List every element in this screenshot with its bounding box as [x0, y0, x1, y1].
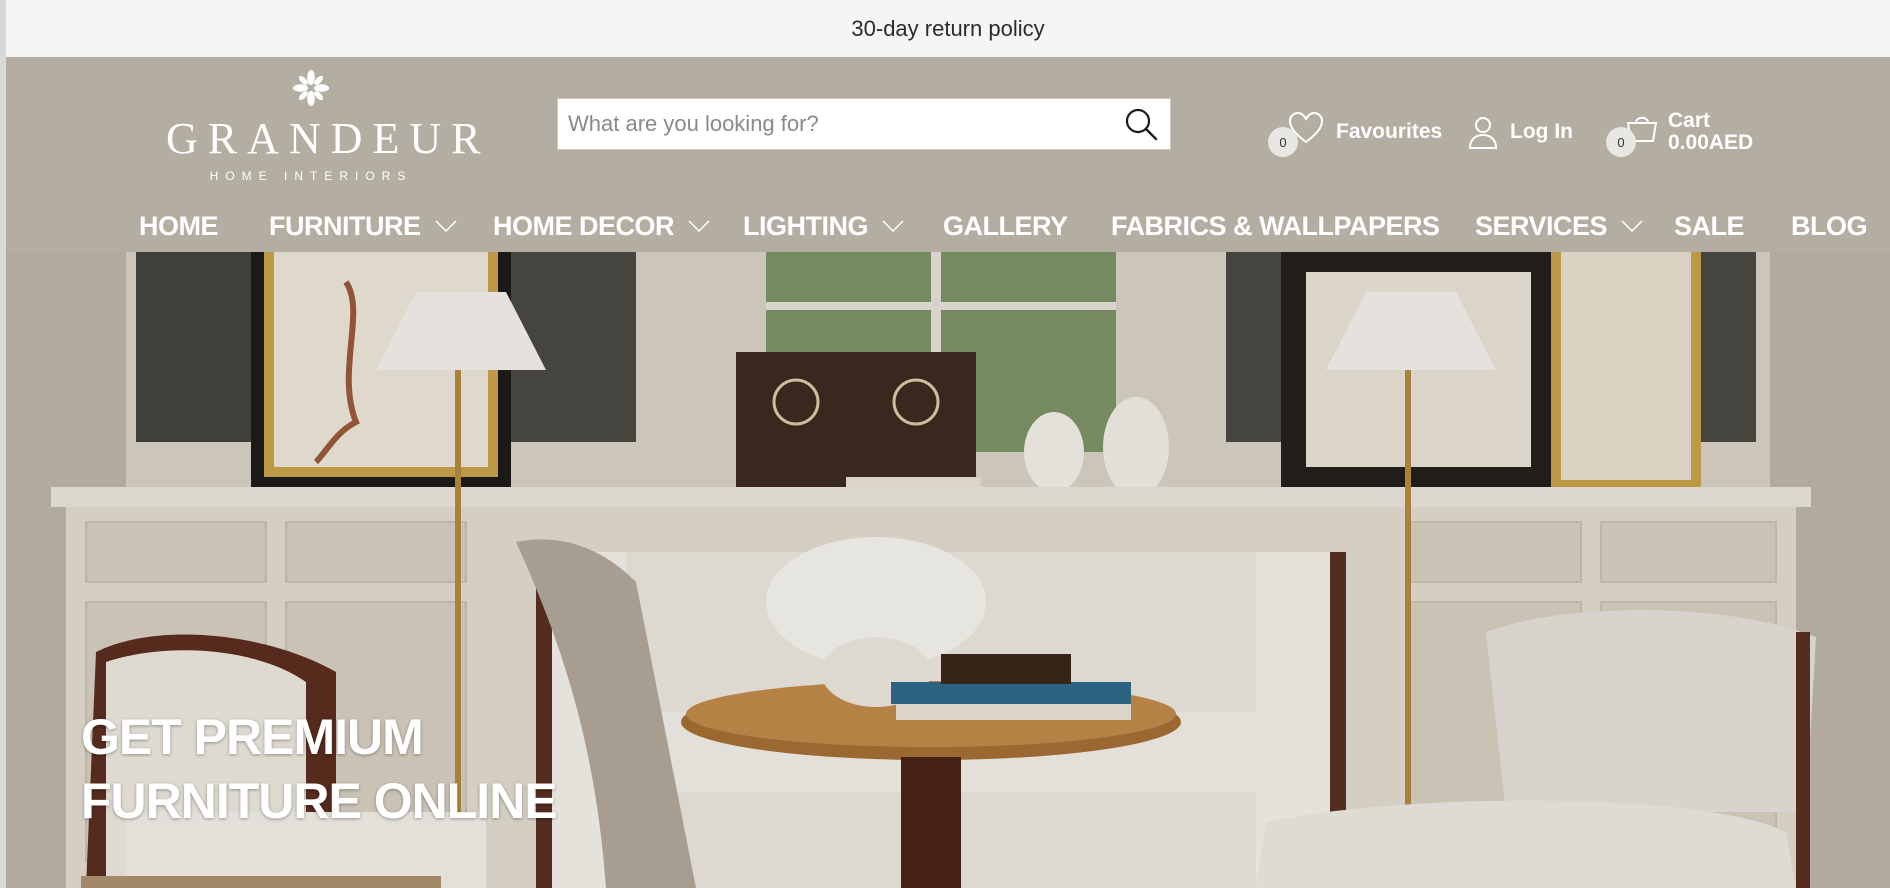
brand-logo[interactable]: GRANDEUR HOME INTERIORS	[166, 69, 491, 199]
nav-item-label: HOME	[139, 210, 219, 241]
announcement-bar: 30-day return policy	[0, 0, 1890, 57]
nav-item-furniture[interactable]: FURNITURE	[269, 200, 457, 252]
site-header: GRANDEUR HOME INTERIORS 0 Favourites	[6, 57, 1890, 252]
announcement-text: 30-day return policy	[851, 15, 1045, 41]
brand-tagline: HOME INTERIORS	[209, 169, 413, 183]
nav-item-label: GALLERY	[943, 210, 1068, 241]
nav-item-sale[interactable]: SALE	[1674, 200, 1745, 252]
hero-title-line-1: GET PREMIUM	[81, 709, 424, 765]
chevron-down-icon	[1621, 220, 1643, 232]
hero-cta-button[interactable]	[81, 876, 441, 888]
cart-amount: 0.00AED	[1668, 131, 1754, 154]
main-nav: HOME FURNITURE HOME DECOR LIGHTING GALLE…	[6, 200, 1890, 252]
chevron-down-icon	[882, 220, 904, 232]
login-label: Log In	[1510, 120, 1573, 143]
cart-count-badge: 0	[1606, 127, 1636, 157]
nav-item-fabrics-wallpapers[interactable]: FABRICS & WALLPAPERS	[1111, 200, 1440, 252]
favourites-link[interactable]: 0 Favourites	[1268, 87, 1442, 177]
nav-item-label: FABRICS & WALLPAPERS	[1111, 210, 1440, 241]
search-bar	[557, 98, 1171, 150]
nav-item-blog[interactable]: BLOG	[1791, 200, 1868, 252]
user-icon	[1468, 117, 1498, 149]
nav-item-home[interactable]: HOME	[139, 200, 219, 252]
nav-item-label: BLOG	[1791, 210, 1868, 241]
brand-name: GRANDEUR	[166, 114, 491, 163]
nav-item-label: LIGHTING	[743, 210, 869, 241]
login-link[interactable]: Log In	[1468, 87, 1573, 177]
cart-label: Cart	[1668, 109, 1711, 132]
nav-item-services[interactable]: SERVICES	[1475, 200, 1643, 252]
cart-link[interactable]: 0 Cart 0.00AED	[1606, 87, 1753, 177]
nav-item-label: SERVICES	[1475, 210, 1608, 241]
chevron-down-icon	[688, 220, 710, 232]
search-button[interactable]	[1112, 99, 1170, 149]
nav-item-label: SALE	[1674, 210, 1745, 241]
hero-banner: GET PREMIUM FURNITURE ONLINE	[6, 252, 1890, 888]
search-input[interactable]	[558, 99, 1112, 149]
hero-title-line-2: FURNITURE ONLINE	[81, 773, 558, 829]
nav-item-label: HOME DECOR	[493, 210, 675, 241]
nav-item-home-decor[interactable]: HOME DECOR	[493, 200, 710, 252]
page: 30-day return policy GRANDEUR HOME INTER…	[0, 0, 1890, 888]
hero-title: GET PREMIUM FURNITURE ONLINE	[81, 705, 558, 833]
nav-item-label: FURNITURE	[269, 210, 421, 241]
nav-item-gallery[interactable]: GALLERY	[943, 200, 1068, 252]
search-icon	[1125, 108, 1158, 141]
nav-item-lighting[interactable]: LIGHTING	[743, 200, 904, 252]
flower-logo-icon	[292, 69, 330, 107]
favourites-count-badge: 0	[1268, 127, 1298, 157]
favourites-label: Favourites	[1336, 120, 1443, 143]
chevron-down-icon	[434, 220, 457, 232]
